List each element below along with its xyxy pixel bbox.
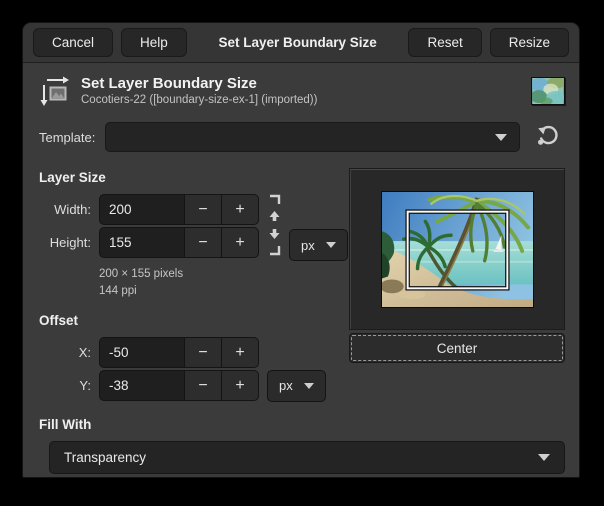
offset-y-input[interactable] — [99, 370, 185, 401]
resize-layer-icon — [39, 74, 71, 108]
template-row: Template: — [39, 122, 563, 152]
plus-icon: + — [235, 377, 244, 394]
header-subtitle: Cocotiers-22 ([boundary-size-ex-1] (impo… — [81, 93, 521, 108]
header-title: Set Layer Boundary Size — [81, 75, 521, 93]
cancel-button[interactable]: Cancel — [33, 28, 113, 57]
offset-unit-value: px — [279, 378, 293, 393]
resize-button[interactable]: Resize — [490, 28, 569, 57]
chevron-down-icon — [495, 134, 507, 141]
width-input[interactable] — [99, 194, 185, 225]
template-label: Template: — [39, 130, 95, 145]
width-increment-button[interactable]: + — [221, 194, 259, 225]
layer-thumbnail — [531, 77, 565, 105]
preview-panel — [349, 168, 565, 330]
fill-with-dropdown[interactable]: Transparency — [49, 441, 565, 474]
size-block: Width: − + Height: − + — [39, 194, 335, 261]
left-column: Layer Size Width: − + Height: — [39, 168, 335, 401]
revert-icon — [536, 125, 558, 150]
height-label: Height: — [39, 235, 91, 250]
offset-y-decrement-button[interactable]: − — [184, 370, 222, 401]
pixel-dimensions-text: 200 × 155 pixels — [99, 266, 335, 283]
dialog-header: Set Layer Boundary Size Cocotiers-22 ([b… — [39, 74, 565, 108]
height-input[interactable] — [99, 227, 185, 258]
header-text: Set Layer Boundary Size Cocotiers-22 ([b… — [81, 75, 521, 108]
chevron-down-icon — [304, 383, 314, 389]
fill-with-heading: Fill With — [39, 417, 565, 432]
offset-x-row: X: − + — [61, 337, 335, 368]
height-row: Height: − + — [39, 227, 259, 258]
minus-icon: − — [198, 344, 207, 361]
template-combobox[interactable] — [105, 122, 520, 152]
help-button[interactable]: Help — [121, 28, 187, 57]
minus-icon: − — [198, 234, 207, 251]
layer-size-heading: Layer Size — [39, 170, 335, 185]
center-button[interactable]: Center — [349, 333, 565, 363]
width-decrement-button[interactable]: − — [184, 194, 222, 225]
size-unit-value: px — [301, 238, 315, 253]
set-layer-boundary-size-dialog: Cancel Help Set Layer Boundary Size Rese… — [22, 22, 580, 478]
chain-toggle[interactable] — [268, 194, 282, 261]
height-decrement-button[interactable]: − — [184, 227, 222, 258]
reset-button[interactable]: Reset — [408, 28, 481, 57]
minus-icon: − — [198, 201, 207, 218]
offset-x-decrement-button[interactable]: − — [184, 337, 222, 368]
dialog-content: Set Layer Boundary Size Cocotiers-22 ([b… — [23, 63, 579, 474]
fill-with-value: Transparency — [64, 450, 538, 465]
right-column: Center — [349, 168, 565, 401]
offset-x-increment-button[interactable]: + — [221, 337, 259, 368]
chevron-down-icon — [326, 242, 336, 248]
size-unit-dropdown[interactable]: px — [289, 229, 348, 261]
plus-icon: + — [235, 234, 244, 251]
titlebar: Cancel Help Set Layer Boundary Size Rese… — [23, 23, 579, 63]
plus-icon: + — [235, 201, 244, 218]
dialog-title: Set Layer Boundary Size — [195, 35, 401, 50]
width-label: Width: — [39, 202, 91, 217]
size-info: 200 × 155 pixels 144 ppi — [99, 266, 335, 300]
chevron-down-icon — [538, 454, 550, 461]
height-increment-button[interactable]: + — [221, 227, 259, 258]
template-reset-button[interactable] — [531, 122, 563, 152]
offset-section: Offset X: − + Y: − — [39, 313, 335, 401]
offset-unit-dropdown[interactable]: px — [267, 370, 326, 402]
broken-chain-icon — [268, 194, 282, 261]
offset-x-input[interactable] — [99, 337, 185, 368]
resolution-text: 144 ppi — [99, 283, 335, 300]
offset-y-label: Y: — [61, 378, 91, 393]
minus-icon: − — [198, 377, 207, 394]
offset-heading: Offset — [39, 313, 335, 328]
main-row: Layer Size Width: − + Height: — [39, 168, 565, 401]
offset-y-row: Y: − + px — [61, 370, 335, 401]
layer-preview-image[interactable] — [381, 191, 534, 308]
offset-x-label: X: — [61, 345, 91, 360]
offset-y-increment-button[interactable]: + — [221, 370, 259, 401]
plus-icon: + — [235, 344, 244, 361]
screen: Cancel Help Set Layer Boundary Size Rese… — [0, 0, 604, 506]
width-row: Width: − + — [39, 194, 259, 225]
